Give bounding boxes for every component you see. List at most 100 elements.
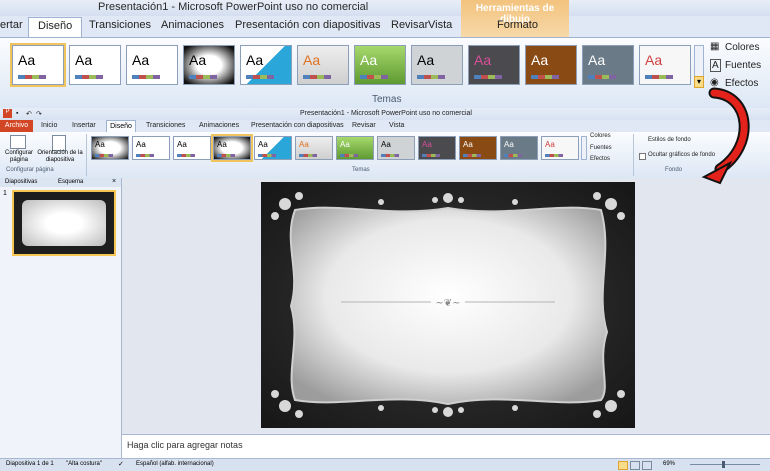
theme-sample-text: Aa: [258, 140, 268, 149]
tab-transiciones[interactable]: Transiciones: [89, 19, 151, 31]
colors-button[interactable]: Colores: [590, 133, 611, 139]
theme-color-bars: [132, 75, 160, 79]
zoom-theme-thumb[interactable]: Aa: [10, 43, 66, 87]
undo-icon[interactable]: ↶: [26, 110, 32, 118]
tab-insertar[interactable]: Insertar: [72, 122, 96, 129]
theme-thumb[interactable]: Aa: [295, 136, 333, 160]
zoom-theme-thumb[interactable]: Aa: [639, 45, 691, 85]
save-icon[interactable]: ▪: [16, 110, 18, 117]
zoom-window-title: Presentación1 - Microsoft PowerPoint uso…: [98, 1, 369, 13]
normal-view-icon[interactable]: [618, 461, 628, 470]
group-label-fondo: Fondo: [665, 167, 683, 173]
effects-button[interactable]: Efectos: [590, 156, 610, 162]
tab-diseno[interactable]: Diseño: [28, 17, 83, 37]
theme-sample-text: Aa: [177, 140, 187, 149]
gallery-scroll[interactable]: [581, 136, 587, 160]
theme-sample-text: Aa: [417, 52, 435, 68]
zoom-theme-thumb[interactable]: Aa: [354, 45, 406, 85]
zoom-theme-thumb[interactable]: Aa: [411, 45, 463, 85]
tab-revisar[interactable]: Revisar: [391, 19, 428, 31]
theme-color-bars: [177, 154, 195, 157]
theme-thumb[interactable]: Aa: [254, 136, 292, 160]
theme-thumb[interactable]: Aa: [500, 136, 538, 160]
group-divider: [86, 134, 87, 176]
theme-color-bars: [136, 154, 154, 157]
theme-thumb[interactable]: Aa: [418, 136, 456, 160]
zoom-theme-thumb[interactable]: Aa: [468, 45, 520, 85]
theme-color-bars: [258, 154, 276, 157]
zoom-level[interactable]: 69%: [663, 461, 675, 467]
group-label-temas: Temas: [352, 167, 370, 173]
fonts-button[interactable]: Fuentes: [725, 60, 761, 71]
status-language[interactable]: Español (alfab. internacional): [136, 461, 214, 467]
theme-color-bars: [340, 154, 358, 157]
notes-pane[interactable]: Haga clic para agregar notas: [122, 434, 770, 459]
panel-tabs: Diapositivas Esquema ×: [0, 178, 121, 187]
tab-diapositivas[interactable]: Diapositivas: [5, 179, 37, 185]
theme-thumb-selected[interactable]: Aa: [211, 134, 253, 162]
theme-thumb[interactable]: Aa: [336, 136, 374, 160]
zoom-theme-thumb[interactable]: Aa: [240, 45, 292, 85]
spellcheck-icon[interactable]: ✓: [118, 460, 124, 468]
tab-animaciones[interactable]: Animaciones: [199, 122, 239, 129]
notes-placeholder: Haga clic para agregar notas: [127, 440, 243, 450]
theme-thumb[interactable]: Aa: [132, 136, 170, 160]
close-panel-icon[interactable]: ×: [112, 178, 116, 185]
zoom-theme-thumb[interactable]: Aa: [69, 45, 121, 85]
theme-color-bars: [422, 154, 440, 157]
theme-thumb[interactable]: Aa: [541, 136, 579, 160]
tab-transiciones[interactable]: Transiciones: [146, 122, 185, 129]
group-divider: [633, 134, 634, 176]
background-styles-button[interactable]: Estilos de fondo: [648, 137, 691, 143]
tab-inicio[interactable]: Inicio: [41, 122, 57, 129]
zoom-theme-thumb[interactable]: Aa: [183, 45, 235, 85]
orientation-button[interactable]: Orientación de la diapositiva: [37, 150, 83, 164]
theme-sample-text: Aa: [246, 52, 264, 68]
zoom-group-label-temas: Temas: [372, 94, 402, 105]
slide-number: 1: [3, 190, 7, 197]
tab-presentacion[interactable]: Presentación con diapositivas: [235, 19, 381, 31]
hide-background-checkbox[interactable]: [639, 153, 646, 160]
theme-color-bars: [417, 75, 445, 79]
tab-revisar[interactable]: Revisar: [352, 122, 376, 129]
zoom-slider[interactable]: [690, 464, 760, 465]
zoom-theme-thumb[interactable]: Aa: [126, 45, 178, 85]
tab-esquema[interactable]: Esquema: [58, 179, 83, 185]
tab-formato[interactable]: Formato: [497, 19, 538, 31]
reading-view-icon[interactable]: [642, 461, 652, 470]
theme-sample-text: Aa: [381, 140, 391, 149]
theme-thumb[interactable]: Aa: [91, 136, 129, 160]
slide-sorter-icon[interactable]: [630, 461, 640, 470]
zoom-theme-thumb[interactable]: Aa: [582, 45, 634, 85]
zoom-theme-thumb[interactable]: Aa: [525, 45, 577, 85]
slide-thumbnail-frame: [22, 200, 106, 246]
page-setup-button[interactable]: Configurar página: [2, 150, 36, 164]
zoom-theme-thumb[interactable]: Aa: [297, 45, 349, 85]
file-tab[interactable]: Archivo: [0, 120, 33, 132]
theme-sample-text: Aa: [18, 52, 36, 68]
redo-icon[interactable]: ↷: [36, 110, 42, 118]
tab-animaciones[interactable]: Animaciones: [161, 19, 224, 31]
quick-access-toolbar: P ▪ ↶ ↷ Presentación1 - Microsoft PowerP…: [0, 108, 770, 120]
zoom-slider-thumb[interactable]: [722, 461, 725, 468]
slide-canvas[interactable]: ~❦~: [261, 182, 635, 428]
theme-thumb[interactable]: Aa: [173, 136, 211, 160]
theme-color-bars: [217, 154, 235, 157]
tab-vista[interactable]: Vista: [428, 19, 452, 31]
slide-thumbnail[interactable]: [12, 190, 116, 256]
colors-icon: ▦: [710, 41, 720, 52]
theme-thumb[interactable]: Aa: [377, 136, 415, 160]
theme-color-bars: [299, 154, 317, 157]
theme-sample-text: Aa: [531, 52, 549, 68]
colors-button[interactable]: Colores: [725, 42, 759, 53]
page-setup-icon: [10, 135, 26, 149]
tab-insertar-partial[interactable]: ertar: [0, 19, 23, 31]
tab-presentacion[interactable]: Presentación con diapositivas: [251, 122, 344, 129]
theme-thumb[interactable]: Aa: [459, 136, 497, 160]
theme-color-bars: [246, 75, 274, 79]
theme-sample-text: Aa: [75, 52, 93, 68]
tab-vista[interactable]: Vista: [389, 122, 404, 129]
fonts-button[interactable]: Fuentes: [590, 145, 612, 151]
powerpoint-logo-icon: P: [3, 109, 12, 118]
status-slide-info: Diapositiva 1 de 1: [6, 461, 54, 467]
